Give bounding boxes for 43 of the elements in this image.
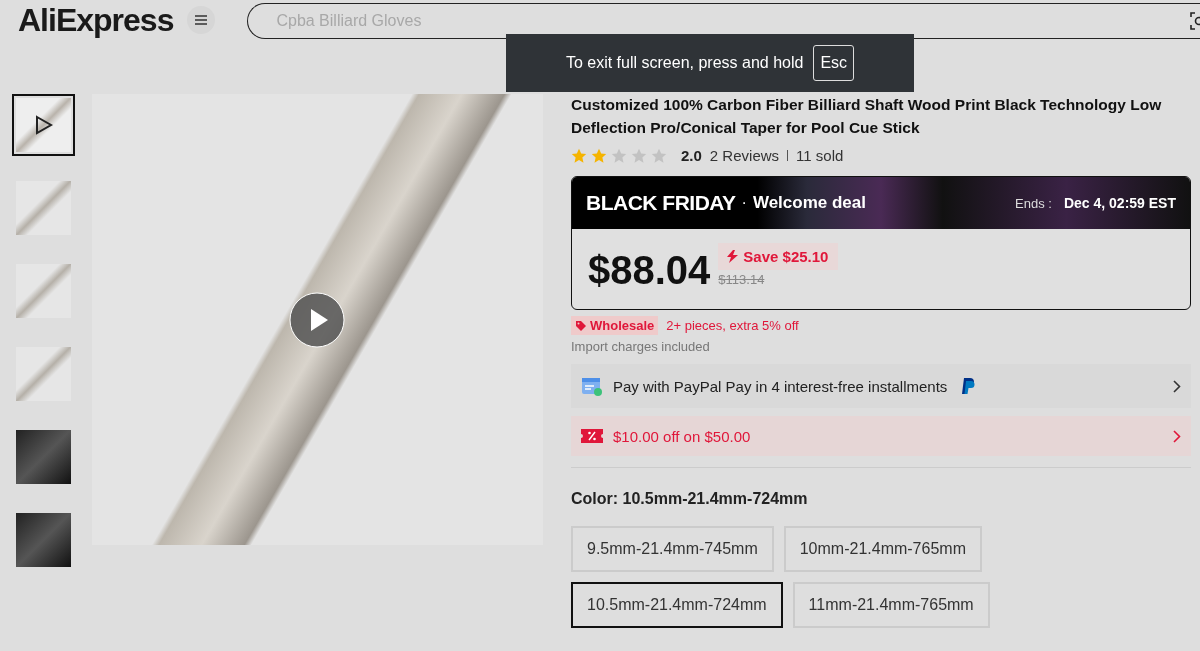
rating-score: 2.0	[681, 147, 702, 164]
coupon-icon	[581, 428, 603, 444]
sold-count: 11 sold	[796, 147, 844, 164]
thumbnail[interactable]	[12, 94, 75, 156]
price: $88.04	[588, 247, 711, 293]
variant-option[interactable]: 11mm-21.4mm-765mm	[792, 582, 990, 628]
menu-icon	[194, 14, 209, 26]
star-icon	[611, 147, 627, 164]
notice-text: To exit full screen, press and hold	[565, 54, 804, 72]
separator-dot: ·	[741, 194, 747, 212]
offer-text: Pay with PayPal Pay in 4 interest-free installments	[613, 377, 948, 395]
play-icon	[34, 115, 53, 135]
wholesale-text: 2+ pieces, extra 5% off	[666, 318, 799, 333]
ends-label: Ends :	[1015, 195, 1052, 211]
event-name: BLACK FRIDAY	[586, 191, 736, 215]
menu-button[interactable]	[187, 6, 216, 34]
reviews-link[interactable]: 2 Reviews	[709, 147, 780, 164]
save-badge: Save $25.10	[718, 243, 839, 270]
play-button[interactable]	[289, 292, 345, 348]
ends-time: Dec 4, 02:59 EST	[1063, 195, 1176, 211]
star-icon	[591, 147, 607, 164]
original-price: $113.14	[718, 272, 765, 287]
import-note: Import charges included	[571, 339, 711, 354]
variant-option[interactable]: 10.5mm-21.4mm-724mm	[571, 582, 783, 628]
chevron-icon	[1173, 379, 1181, 393]
star-icon	[631, 147, 647, 164]
logo[interactable]: AliExpress	[18, 4, 174, 36]
offer-text: $10.00 off on $50.00	[613, 427, 751, 445]
chevron-icon	[1173, 429, 1181, 443]
installments-row[interactable]: Pay with PayPal Pay in 4 interest-free installments	[571, 364, 1191, 408]
product-title: Customized 100% Carbon Fiber Billiard Shaft Wood Print Black Technology Low Deflection Pro/Conical Taper for Pool Cue Stick	[571, 95, 1163, 138]
tag-icon	[575, 319, 587, 332]
wholesale-badge: Wholesale	[571, 316, 659, 335]
color-label: Color: 10.5mm-21.4mm-724mm	[571, 490, 809, 508]
lightning-icon	[726, 250, 740, 263]
variant-option[interactable]: 10mm-21.4mm-765mm	[783, 526, 982, 572]
deal-name: Welcome deal	[752, 193, 866, 213]
star-icon	[651, 147, 667, 164]
esc-key: Esc	[813, 45, 855, 81]
paypal-icon	[961, 378, 976, 394]
calendar-icon	[581, 375, 603, 397]
variant-option[interactable]: 9.5mm-21.4mm-745mm	[571, 526, 774, 572]
star-icon	[571, 147, 587, 164]
